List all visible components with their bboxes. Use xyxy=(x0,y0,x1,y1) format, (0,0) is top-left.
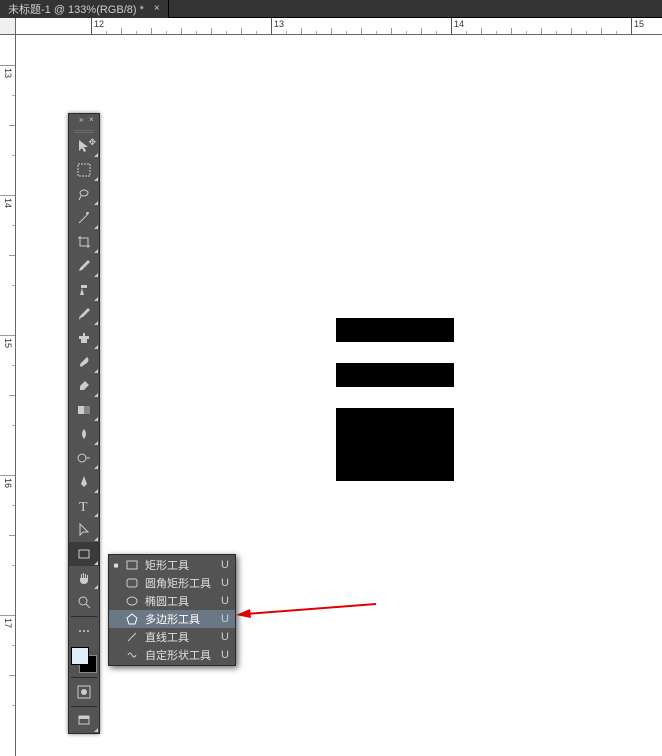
collapse-icon[interactable]: » xyxy=(79,116,87,124)
ruler-v-label: 15 xyxy=(3,338,13,348)
brush-tool[interactable] xyxy=(69,302,99,326)
flyout-custom-shape-tool[interactable]: 自定形状工具 U xyxy=(109,646,235,664)
close-icon[interactable]: × xyxy=(154,3,160,14)
ruler-h-label: 14 xyxy=(454,19,464,29)
healing-brush-tool[interactable] xyxy=(69,278,99,302)
document-tab-title: 未标题-1 @ 133%(RGB/8) * xyxy=(8,1,144,17)
hand-tool[interactable] xyxy=(69,566,99,590)
eyedropper-tool[interactable] xyxy=(69,254,99,278)
foreground-color-swatch[interactable] xyxy=(71,647,89,665)
flyout-item-label: 自定形状工具 xyxy=(145,647,215,663)
rectangle-shape xyxy=(336,318,454,342)
crop-tool[interactable] xyxy=(69,230,99,254)
ruler-h-label: 13 xyxy=(274,19,284,29)
flyout-rectangle-tool[interactable]: ■ 矩形工具 U xyxy=(109,556,235,574)
ruler-h-label: 15 xyxy=(634,19,644,29)
ruler-h-label: 12 xyxy=(94,19,104,29)
shape-tool-flyout: ■ 矩形工具 U 圆角矩形工具 U 椭圆工具 U 多边形工具 U 直线工具 U … xyxy=(108,554,236,666)
ruler-v-label: 13 xyxy=(3,68,13,78)
flyout-item-shortcut: U xyxy=(221,631,229,643)
flyout-item-shortcut: U xyxy=(221,613,229,625)
path-selection-tool[interactable] xyxy=(69,518,99,542)
edit-toolbar-button[interactable] xyxy=(69,619,99,643)
flyout-item-shortcut: U xyxy=(221,649,229,661)
rectangle-shape xyxy=(336,363,454,387)
flyout-item-label: 椭圆工具 xyxy=(145,593,215,609)
clone-stamp-tool[interactable] xyxy=(69,326,99,350)
tools-panel: » × ✥ T xyxy=(68,113,100,734)
flyout-item-shortcut: U xyxy=(221,559,229,571)
shape-tool[interactable] xyxy=(69,542,99,566)
history-brush-tool[interactable] xyxy=(69,350,99,374)
horizontal-ruler[interactable]: 12 13 14 15 xyxy=(16,18,662,35)
vertical-ruler[interactable]: 13 14 15 16 17 xyxy=(0,35,16,756)
quick-mask-toggle[interactable] xyxy=(69,680,99,704)
toolbar-header: » × xyxy=(69,114,99,126)
ellipse-icon xyxy=(125,595,139,607)
move-tool[interactable]: ✥ xyxy=(69,134,99,158)
flyout-item-label: 矩形工具 xyxy=(145,557,215,573)
active-marker-icon: ■ xyxy=(113,561,119,570)
line-icon xyxy=(125,631,139,643)
ruler-v-label: 16 xyxy=(3,478,13,488)
gradient-tool[interactable] xyxy=(69,398,99,422)
flyout-item-shortcut: U xyxy=(221,577,229,589)
ruler-v-label: 14 xyxy=(3,198,13,208)
flyout-rounded-rectangle-tool[interactable]: 圆角矩形工具 U xyxy=(109,574,235,592)
pen-tool[interactable] xyxy=(69,470,99,494)
custom-shape-icon xyxy=(125,649,139,661)
rounded-rectangle-icon xyxy=(125,577,139,589)
flyout-item-label: 直线工具 xyxy=(145,629,215,645)
annotation-arrow-icon xyxy=(236,600,376,620)
document-tab[interactable]: 未标题-1 @ 133%(RGB/8) * × xyxy=(0,0,169,18)
flyout-item-shortcut: U xyxy=(221,595,229,607)
svg-text:T: T xyxy=(79,500,88,514)
ruler-corner xyxy=(0,18,16,35)
ruler-v-label: 17 xyxy=(3,618,13,628)
marquee-tool[interactable] xyxy=(69,158,99,182)
rectangle-icon xyxy=(125,559,139,571)
eraser-tool[interactable] xyxy=(69,374,99,398)
flyout-line-tool[interactable]: 直线工具 U xyxy=(109,628,235,646)
flyout-item-label: 多边形工具 xyxy=(145,611,215,627)
panel-close-icon[interactable]: × xyxy=(89,116,97,124)
toolbar-grip[interactable] xyxy=(69,126,99,134)
document-tab-bar: 未标题-1 @ 133%(RGB/8) * × xyxy=(0,0,662,18)
magic-wand-tool[interactable] xyxy=(69,206,99,230)
flyout-ellipse-tool[interactable]: 椭圆工具 U xyxy=(109,592,235,610)
zoom-tool[interactable] xyxy=(69,590,99,614)
screen-mode-toggle[interactable] xyxy=(69,709,99,733)
polygon-icon xyxy=(125,613,139,625)
type-tool[interactable]: T xyxy=(69,494,99,518)
blur-tool[interactable] xyxy=(69,422,99,446)
color-swatches xyxy=(69,645,99,675)
rectangle-shape xyxy=(336,408,454,481)
dodge-tool[interactable] xyxy=(69,446,99,470)
lasso-tool[interactable] xyxy=(69,182,99,206)
flyout-item-label: 圆角矩形工具 xyxy=(145,575,215,591)
flyout-polygon-tool[interactable]: 多边形工具 U xyxy=(109,610,235,628)
